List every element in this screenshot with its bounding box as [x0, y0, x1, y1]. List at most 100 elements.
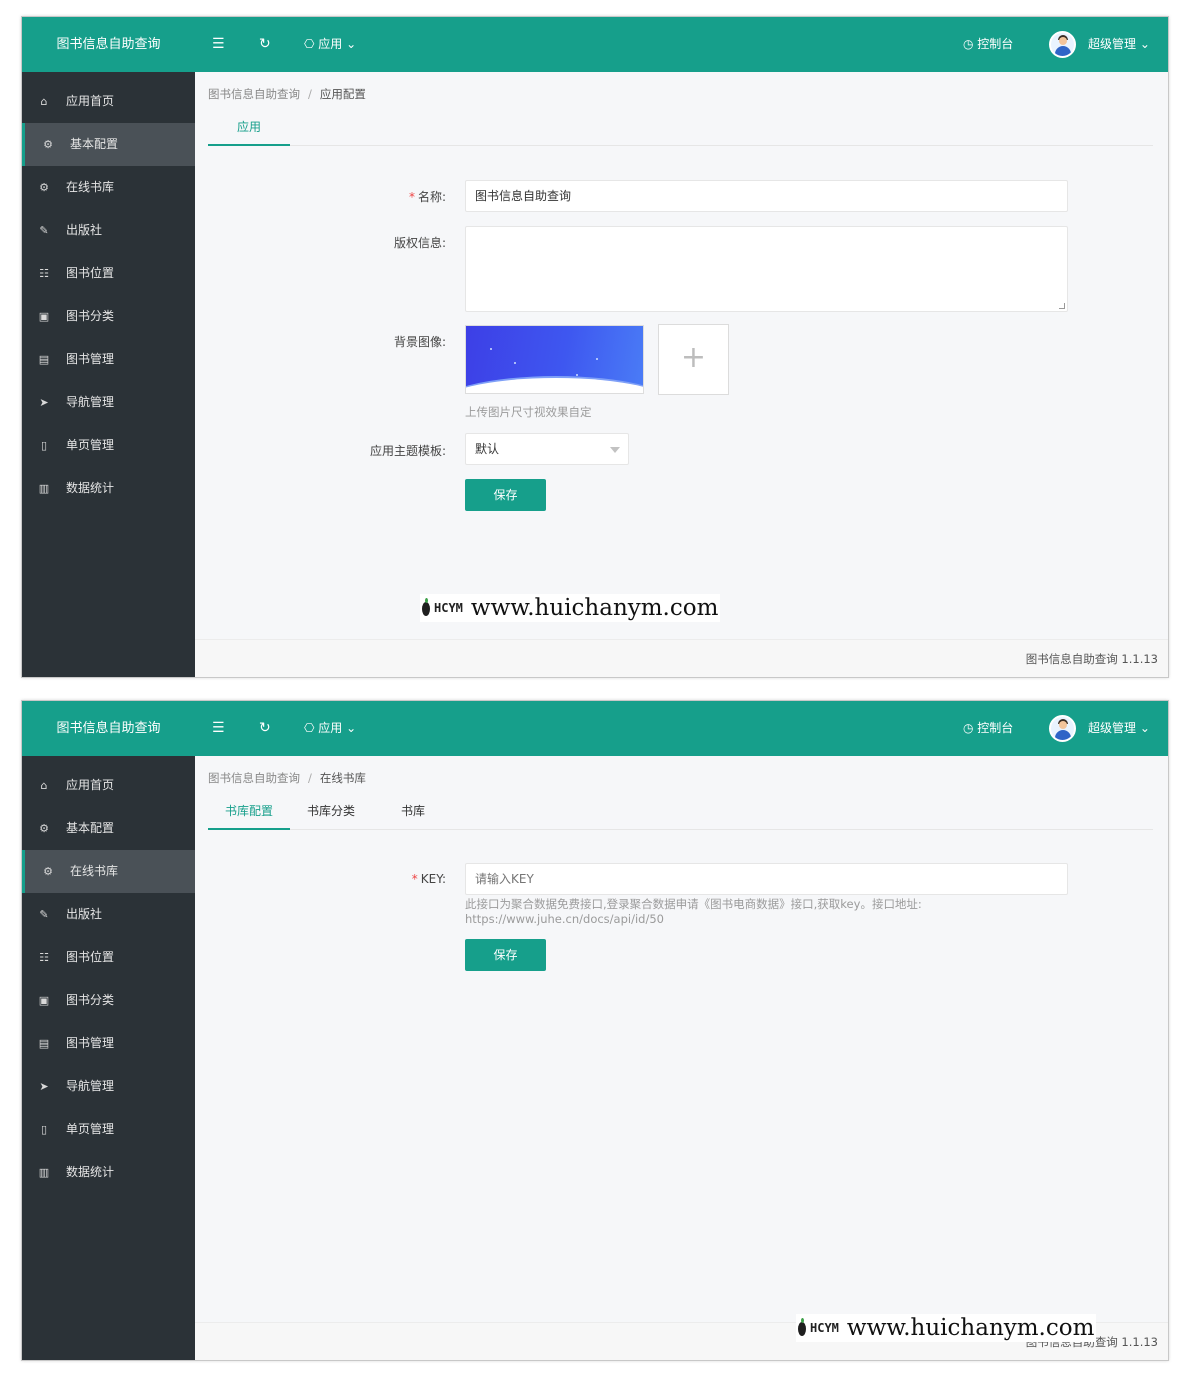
sidebar-item-book-location[interactable]: ☷ 图书位置 — [22, 936, 195, 979]
tab-bar: 应用 — [208, 113, 1153, 146]
grid-icon: ☷ — [39, 267, 49, 280]
sidebar-item-publisher[interactable]: ✎ 出版社 — [22, 893, 195, 936]
sidebar-item-online-library[interactable]: ⚙ 在线书库 — [22, 850, 195, 893]
app-brand[interactable]: 图书信息自助查询 — [22, 17, 195, 72]
breadcrumb-separator: / — [308, 87, 312, 101]
sidebar-item-book-category[interactable]: ▣ 图书分类 — [22, 295, 195, 338]
background-image-preview[interactable] — [465, 325, 644, 394]
sidebar-item-label: 在线书库 — [66, 180, 115, 194]
avatar[interactable] — [1049, 31, 1076, 58]
sidebar-item-statistics[interactable]: ▥ 数据统计 — [22, 467, 195, 510]
sidebar-item-label: 单页管理 — [66, 1122, 115, 1136]
sidebar-item-publisher[interactable]: ✎ 出版社 — [22, 209, 195, 252]
sidebar-item-label: 基本配置 — [70, 137, 119, 151]
key-hint-url: https://www.juhe.cn/docs/api/id/50 — [465, 912, 664, 926]
book-icon: ▤ — [38, 353, 50, 366]
sidebar-item-nav-manage[interactable]: ➤ 导航管理 — [22, 381, 195, 424]
key-label: * KEY: — [411, 872, 446, 886]
sidebar: ⌂ 应用首页 ⚙ 基本配置 ⚙ 在线书库 ✎ 出版社 ☷ 图书位置 ▣ 图书分类 ▤ 图书管理… — [22, 72, 195, 677]
breadcrumb-root[interactable]: 图书信息自助查询 — [208, 771, 300, 785]
chart-icon: ▥ — [38, 1166, 50, 1179]
breadcrumb: 图书信息自助查询 / 在线书库 — [208, 770, 366, 786]
copyright-textarea[interactable] — [465, 226, 1068, 312]
watermark: HCYM www.huichanym.com — [420, 594, 721, 622]
sidebar-item-label: 出版社 — [66, 907, 103, 921]
background-image-label: 背景图像: — [393, 335, 446, 349]
tab-library-category[interactable]: 书库分类 — [298, 797, 364, 830]
console-link[interactable]: ◷ 控制台 — [963, 701, 1013, 756]
tab-library-config[interactable]: 书库配置 — [208, 797, 290, 830]
copyright-label: 版权信息: — [393, 236, 446, 250]
sidebar-item-label: 出版社 — [66, 223, 103, 237]
sidebar-item-nav-manage[interactable]: ➤ 导航管理 — [22, 1065, 195, 1108]
save-button[interactable]: 保存 — [465, 479, 546, 511]
sidebar-item-home[interactable]: ⌂ 应用首页 — [22, 764, 195, 807]
home-icon: ⌂ — [40, 779, 48, 792]
tab-library[interactable]: 书库 — [388, 797, 438, 830]
console-link[interactable]: ◷ 控制台 — [963, 17, 1013, 72]
menu-toggle-icon[interactable]: ☰ — [212, 701, 225, 756]
edit-icon: ✎ — [39, 224, 49, 237]
breadcrumb-current: 在线书库 — [319, 771, 366, 785]
name-label: * 名称: — [408, 190, 446, 204]
sidebar-item-label: 导航管理 — [66, 395, 115, 409]
save-icon: ▣ — [38, 310, 50, 323]
sidebar-item-basic-config[interactable]: ⚙ 基本配置 — [22, 807, 195, 850]
gear-icon: ⚙ — [39, 181, 49, 194]
send-icon: ➤ — [39, 1080, 49, 1093]
sidebar-item-label: 数据统计 — [66, 481, 115, 495]
key-input[interactable]: 请输入KEY — [465, 863, 1068, 895]
sidebar-item-book-manage[interactable]: ▤ 图书管理 — [22, 1022, 195, 1065]
app-brand[interactable]: 图书信息自助查询 — [22, 701, 195, 756]
sidebar-item-statistics[interactable]: ▥ 数据统计 — [22, 1151, 195, 1194]
grid-icon: ☷ — [39, 951, 49, 964]
save-button[interactable]: 保存 — [465, 939, 546, 971]
edit-icon: ✎ — [39, 908, 49, 921]
leaf-logo-icon — [798, 1318, 806, 1336]
gear-icon: ⚙ — [43, 138, 53, 151]
refresh-icon[interactable]: ↻ — [259, 701, 271, 756]
top-bar: 图书信息自助查询 ☰ ↻ ⎔ 应用 ⌄ ◷ 控制台 超级管理 ⌄ — [22, 17, 1168, 72]
sidebar-item-label: 图书管理 — [66, 352, 115, 366]
watermark: HCYM www.huichanym.com — [796, 1314, 1097, 1342]
theme-template-select[interactable]: 默认 — [465, 433, 629, 465]
file-icon: ▯ — [40, 1123, 48, 1136]
user-menu-dropdown[interactable]: 超级管理 ⌄ — [1088, 17, 1150, 72]
dropdown-caret-icon — [610, 447, 620, 453]
name-field[interactable]: 图书信息自助查询 — [465, 180, 1068, 212]
screenshot-app-config: 图书信息自助查询 ☰ ↻ ⎔ 应用 ⌄ ◷ 控制台 超级管理 ⌄ ⌂ 应用首页 ⚙… — [21, 16, 1169, 678]
refresh-icon[interactable]: ↻ — [259, 17, 271, 72]
menu-toggle-icon[interactable]: ☰ — [212, 17, 225, 72]
sidebar-item-label: 单页管理 — [66, 438, 115, 452]
sidebar-item-label: 基本配置 — [66, 821, 115, 835]
sidebar-item-page-manage[interactable]: ▯ 单页管理 — [22, 424, 195, 467]
sidebar-item-label: 图书管理 — [66, 1036, 115, 1050]
app-menu-dropdown[interactable]: ⎔ 应用 ⌄ — [304, 701, 356, 756]
sidebar-item-basic-config[interactable]: ⚙ 基本配置 — [22, 123, 195, 166]
user-menu-dropdown[interactable]: 超级管理 ⌄ — [1088, 701, 1150, 756]
sidebar-item-online-library[interactable]: ⚙ 在线书库 — [22, 166, 195, 209]
sidebar-item-label: 图书位置 — [66, 266, 115, 280]
file-icon: ▯ — [40, 439, 48, 452]
sidebar-item-book-category[interactable]: ▣ 图书分类 — [22, 979, 195, 1022]
top-bar: 图书信息自助查询 ☰ ↻ ⎔ 应用 ⌄ ◷ 控制台 超级管理 ⌄ — [22, 701, 1168, 756]
footer-version: 图书信息自助查询 1.1.13 — [195, 639, 1168, 677]
breadcrumb-current: 应用配置 — [319, 87, 366, 101]
tab-bar: 书库配置 书库分类 书库 — [208, 797, 1153, 830]
resize-handle-icon[interactable] — [1059, 303, 1065, 309]
avatar[interactable] — [1049, 715, 1076, 742]
sidebar-item-page-manage[interactable]: ▯ 单页管理 — [22, 1108, 195, 1151]
tab-app[interactable]: 应用 — [208, 113, 290, 146]
app-menu-dropdown[interactable]: ⎔ 应用 ⌄ — [304, 17, 356, 72]
screenshot-online-library: 图书信息自助查询 ☰ ↻ ⎔ 应用 ⌄ ◷ 控制台 超级管理 ⌄ ⌂ 应用首页 ⚙… — [21, 700, 1169, 1361]
send-icon: ➤ — [39, 396, 49, 409]
sidebar-item-label: 图书分类 — [66, 309, 115, 323]
sidebar-item-book-location[interactable]: ☷ 图书位置 — [22, 252, 195, 295]
sidebar-item-home[interactable]: ⌂ 应用首页 — [22, 80, 195, 123]
sidebar-item-label: 导航管理 — [66, 1079, 115, 1093]
breadcrumb-separator: / — [308, 771, 312, 785]
breadcrumb-root[interactable]: 图书信息自助查询 — [208, 87, 300, 101]
sidebar-item-book-manage[interactable]: ▤ 图书管理 — [22, 338, 195, 381]
book-icon: ▤ — [38, 1037, 50, 1050]
upload-add-button[interactable]: + — [658, 324, 729, 395]
